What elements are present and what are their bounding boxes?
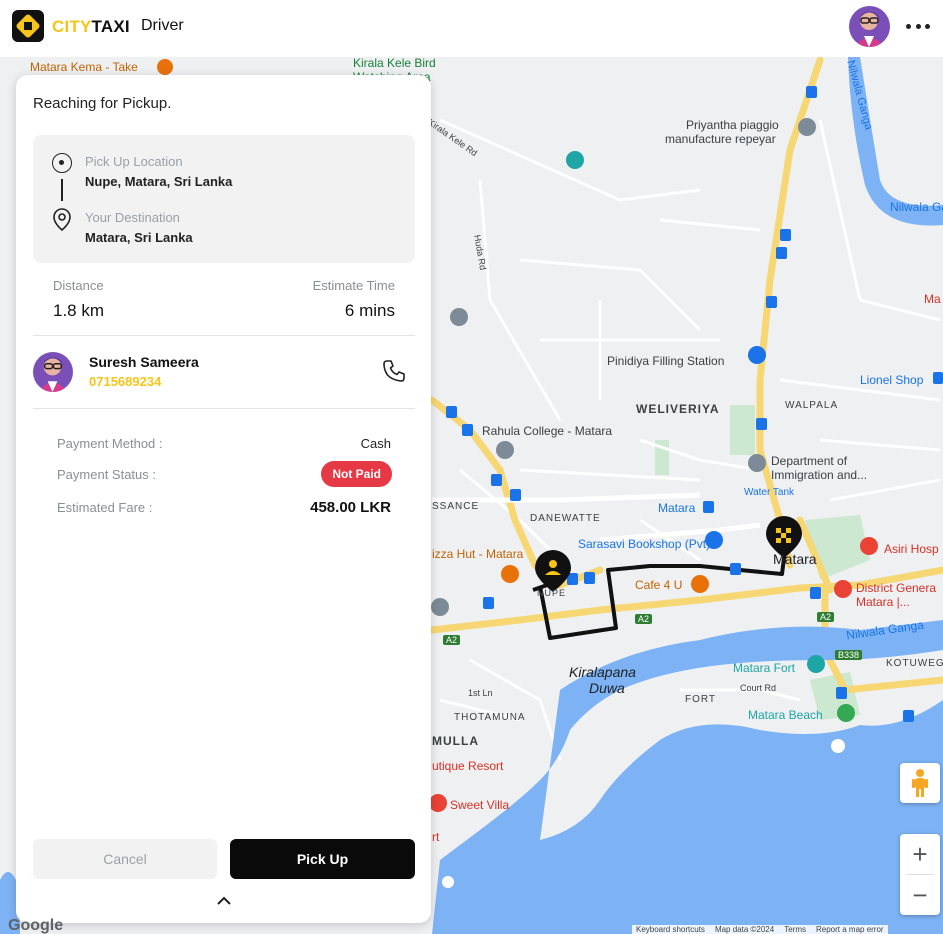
map-area-label: SSANCE — [432, 501, 480, 512]
map-poi-label: utique Resort — [432, 759, 504, 773]
zoom-control: + − — [900, 834, 940, 915]
map-poi-label: Water Tank — [744, 487, 795, 498]
map-area-label: NUPE — [537, 588, 567, 598]
brand-name: CITYTAXI — [52, 17, 130, 36]
map-area-label: KOTUWEG — [886, 658, 943, 669]
report-error-link[interactable]: Report a map error — [816, 925, 884, 934]
fare-label: Estimated Fare : — [57, 500, 153, 515]
map-poi-label: Sweet Villa — [450, 798, 510, 812]
map-poi-label: Department of — [771, 454, 848, 468]
map-poi-label: izza Hut - Matara — [432, 547, 524, 561]
zoom-out-button[interactable]: − — [900, 875, 940, 915]
time-label: Estimate Time — [312, 278, 395, 293]
cancel-button[interactable]: Cancel — [33, 839, 217, 879]
map-area-label: MULLA — [432, 734, 479, 748]
map-poi-label: Priyantha piaggio — [686, 118, 779, 132]
payment-status-badge: Not Paid — [321, 461, 392, 487]
chevron-up-icon[interactable] — [214, 891, 234, 911]
destination-value: Matara, Sri Lanka — [85, 230, 193, 245]
map-poi-label: Pinidiya Filling Station — [607, 354, 725, 368]
map-poi-label: Matara Beach — [748, 708, 823, 722]
map-area-label: FORT — [685, 694, 717, 705]
map-poi-label: Asiri Hosp — [884, 542, 939, 556]
divider — [33, 335, 415, 336]
map-area-label: DANEWATTE — [530, 513, 601, 524]
map-road-shield: A2 — [817, 612, 835, 622]
map-attribution: Keyboard shortcuts Map data ©2024 Terms … — [632, 925, 888, 934]
map-area-label: WELIVERIYA — [636, 402, 720, 416]
map-city-label: Matara — [773, 551, 817, 567]
map-poi-label: Sarasavi Bookshop (Pvt) — [578, 537, 711, 551]
map-road-label: Court Rd — [740, 683, 777, 693]
zoom-in-button[interactable]: + — [900, 834, 940, 874]
distance-label: Distance — [53, 278, 104, 293]
map-area-label: WALPALA — [785, 400, 839, 411]
phone-icon[interactable] — [382, 359, 406, 383]
taxi-logo-icon — [12, 10, 44, 42]
pick-up-button[interactable]: Pick Up — [230, 839, 415, 879]
distance-value: 1.8 km — [53, 301, 105, 320]
pickup-value: Nupe, Matara, Sri Lanka — [85, 174, 233, 189]
divider — [33, 408, 415, 409]
map-poi-label: Kirala Kele Bird — [353, 56, 436, 70]
map-poi-label: Immigration and... — [771, 468, 868, 482]
map-poi-label: Lionel Shop — [860, 373, 924, 387]
route-connector — [61, 179, 63, 201]
trip-panel: Reaching for Pickup. Pick Up Location Nu… — [16, 75, 431, 923]
map-road-shield: A2 — [635, 614, 653, 624]
destination-label: Your Destination — [85, 210, 180, 225]
map-area-label: Kiralapana — [569, 664, 636, 680]
payment-status-label: Payment Status : — [57, 467, 156, 482]
payment-method-label: Payment Method : — [57, 436, 163, 451]
pickup-label: Pick Up Location — [85, 154, 183, 169]
more-options-icon[interactable] — [906, 18, 930, 34]
map-road-shield: B338 — [835, 650, 863, 660]
map-area-label: Duwa — [589, 680, 625, 696]
map-data-text: Map data ©2024 — [714, 925, 775, 934]
map-road-shield: A2 — [443, 635, 461, 645]
rider-name: Suresh Sameera — [89, 354, 199, 370]
google-logo: Google — [8, 917, 64, 934]
app-subtitle: Driver — [141, 17, 184, 34]
map-poi-label: Matara Kema - Take — [30, 60, 138, 74]
location-card: Pick Up Location Nupe, Matara, Sri Lanka… — [33, 135, 415, 263]
rider-phone: 0715689234 — [89, 374, 162, 389]
keyboard-shortcuts-link[interactable]: Keyboard shortcuts — [636, 925, 705, 934]
destination-pin-icon — [53, 208, 71, 231]
map-poi-label: Rahula College - Matara — [482, 424, 613, 438]
rider-avatar — [33, 352, 73, 392]
map-area-label: THOTAMUNA — [454, 712, 526, 723]
map-road-label: 1st Ln — [468, 688, 493, 698]
map-water-label: Nilwala Ga — [890, 200, 943, 214]
map-poi-label: Matara |... — [856, 595, 910, 609]
terms-link[interactable]: Terms — [784, 925, 806, 934]
time-value: 6 mins — [344, 301, 395, 320]
fare-value: 458.00 LKR — [310, 499, 391, 516]
trip-status-title: Reaching for Pickup. — [33, 95, 172, 112]
map-poi-label: rt — [432, 830, 440, 844]
map-poi-label: Ma — [924, 292, 941, 306]
app-header: CITYTAXI Driver — [0, 0, 943, 57]
map-poi-label: manufacture repeyar — [665, 132, 776, 146]
payment-method-value: Cash — [360, 436, 391, 451]
map-poi-label: Cafe 4 U — [635, 578, 683, 592]
pickup-dot-icon — [52, 153, 72, 173]
map-poi-label: Matara — [658, 501, 696, 515]
user-avatar[interactable] — [849, 6, 890, 47]
map-poi-label: Matara Fort — [733, 661, 796, 675]
street-view-pegman-icon[interactable] — [900, 763, 940, 803]
map-poi-label: District Genera — [856, 581, 937, 595]
